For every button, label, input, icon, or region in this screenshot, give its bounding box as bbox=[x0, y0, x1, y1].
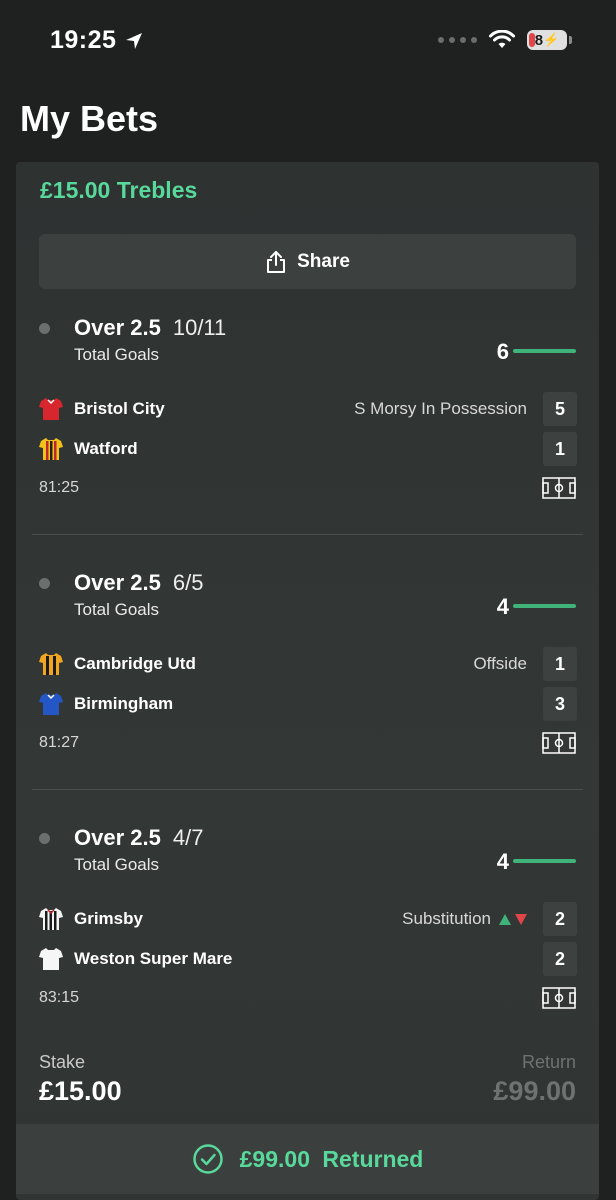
score: 2 bbox=[543, 942, 577, 976]
goal-count: 4 bbox=[496, 849, 509, 874]
divider bbox=[32, 789, 583, 790]
score: 5 bbox=[543, 392, 577, 426]
divider bbox=[32, 534, 583, 535]
team-name: Cambridge Utd bbox=[74, 654, 196, 673]
goal-count: 4 bbox=[496, 594, 509, 619]
pitch-icon[interactable] bbox=[542, 477, 576, 499]
signal-icon bbox=[438, 37, 477, 43]
match-event: Substitution bbox=[402, 909, 527, 929]
team-name: Grimsby bbox=[74, 909, 143, 928]
leg-status-dot bbox=[39, 323, 50, 334]
return-label: Return bbox=[521, 1052, 576, 1072]
match-event: S Morsy In Possession bbox=[354, 399, 527, 418]
status-bar: 19:25 8 ⚡ bbox=[0, 0, 616, 84]
wifi-icon bbox=[489, 30, 515, 48]
stake-label: Stake bbox=[39, 1052, 86, 1072]
sub-on-icon bbox=[499, 913, 511, 925]
bet-card: £15.00 Trebles Share Over 2.5 10/11 Total… bbox=[16, 162, 599, 1200]
leg-market: Over 2.5 6/5 bbox=[74, 570, 203, 596]
returned-label: Returned bbox=[322, 1145, 424, 1172]
battery-level: 8 bbox=[534, 31, 544, 49]
white-shirt-icon bbox=[39, 948, 63, 970]
match-clock: 81:25 bbox=[39, 479, 80, 496]
score: 2 bbox=[543, 902, 577, 936]
team-name: Weston Super Mare bbox=[74, 949, 233, 968]
page-title: My Bets bbox=[20, 98, 159, 139]
bet-leg[interactable]: Over 2.5 4/7 Total Goals 4 Grimsby Substi… bbox=[16, 817, 599, 1047]
market-odds: 6/5 bbox=[172, 570, 204, 595]
market-odds: 10/11 bbox=[172, 315, 227, 340]
yellow-striped-shirt-icon bbox=[39, 438, 63, 460]
status-time: 19:25 bbox=[50, 26, 144, 55]
goal-progress-bar bbox=[513, 859, 576, 863]
amber-striped-shirt-icon bbox=[39, 653, 63, 675]
match-clock: 81:27 bbox=[39, 734, 80, 751]
pitch-icon[interactable] bbox=[542, 987, 576, 1009]
market-name: Over 2.5 bbox=[74, 570, 161, 595]
market-subtitle: Total Goals bbox=[74, 855, 160, 874]
blue-shirt-icon bbox=[39, 693, 63, 715]
team-row-home: Cambridge Utd Offside 1 bbox=[38, 647, 577, 681]
market-name: Over 2.5 bbox=[74, 315, 161, 340]
time-text: 19:25 bbox=[50, 26, 117, 54]
leg-market: Over 2.5 10/11 bbox=[74, 315, 226, 341]
red-shirt-icon bbox=[39, 398, 63, 420]
sub-off-icon bbox=[515, 913, 527, 925]
battery-icon: 8 ⚡ bbox=[527, 30, 572, 50]
returned-amount: £99.00 bbox=[239, 1145, 310, 1172]
goal-count: 6 bbox=[496, 339, 509, 364]
bet-leg[interactable]: Over 2.5 10/11 Total Goals 6 Bristol City… bbox=[16, 307, 599, 537]
share-label: Share bbox=[297, 250, 350, 272]
market-name: Over 2.5 bbox=[74, 825, 161, 850]
team-row-home: Bristol City S Morsy In Possession 5 bbox=[38, 392, 577, 426]
score: 1 bbox=[543, 432, 577, 466]
match-clock: 83:15 bbox=[39, 989, 80, 1006]
bet-leg[interactable]: Over 2.5 6/5 Total Goals 4 Cambridge Utd … bbox=[16, 562, 599, 792]
return-value: £99.00 bbox=[493, 1076, 576, 1106]
team-name: Watford bbox=[74, 439, 138, 458]
pitch-icon[interactable] bbox=[542, 732, 576, 754]
leg-status-dot bbox=[39, 833, 50, 844]
share-icon bbox=[267, 250, 286, 273]
market-subtitle: Total Goals bbox=[74, 600, 160, 619]
team-row-home: Grimsby Substitution 2 bbox=[38, 902, 577, 936]
leg-market: Over 2.5 4/7 bbox=[74, 825, 203, 851]
team-row-away: Weston Super Mare 2 bbox=[38, 942, 577, 976]
black-white-striped-shirt-icon bbox=[39, 908, 63, 930]
returned-banner: £99.00 Returned bbox=[16, 1124, 599, 1194]
score: 1 bbox=[543, 647, 577, 681]
team-row-away: Birmingham 3 bbox=[38, 687, 577, 721]
stake-value: £15.00 bbox=[39, 1076, 122, 1106]
team-name: Bristol City bbox=[74, 399, 165, 418]
goal-progress-bar bbox=[513, 349, 576, 353]
bet-type: £15.00 Trebles bbox=[40, 177, 198, 203]
check-circle-icon bbox=[192, 1144, 223, 1174]
match-event: Offside bbox=[473, 654, 527, 673]
share-button[interactable]: Share bbox=[39, 234, 576, 289]
status-indicators: 8 ⚡ bbox=[438, 30, 572, 50]
score: 3 bbox=[543, 687, 577, 721]
location-arrow-icon bbox=[126, 32, 143, 49]
team-name: Birmingham bbox=[74, 694, 174, 713]
match-event-text: Substitution bbox=[402, 909, 491, 928]
market-odds: 4/7 bbox=[172, 825, 204, 850]
team-row-away: Watford 1 bbox=[38, 432, 577, 466]
goal-progress-bar bbox=[513, 604, 576, 608]
leg-status-dot bbox=[39, 578, 50, 589]
market-subtitle: Total Goals bbox=[74, 345, 160, 364]
